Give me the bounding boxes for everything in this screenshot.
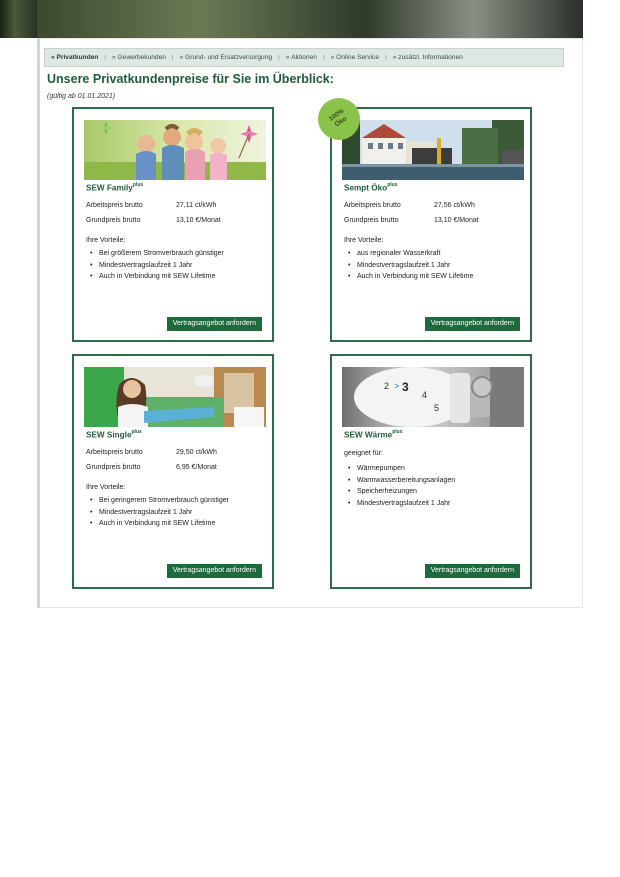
nav-arrow-icon: » [285,54,290,61]
nav-arrow-icon: » [51,54,55,61]
card-title: Sempt Ökoplus [344,182,398,193]
hydropower-photo [342,120,524,180]
main-nav: » Privatkunden | » Gewerbekunden | » Gru… [44,48,564,67]
card-title-text: Sempt Öko [344,183,388,193]
tariff-card-family: SEW Familyplus Arbeitspreis brutto 27,11 … [72,107,274,342]
tariff-card-waerme: 2 > 3 4 5 SEW Wärmeplus geeignet für: Wä… [330,354,532,589]
price-value: 27,56 ct/kWh [434,202,475,209]
request-offer-button[interactable]: Vertragsangebot anfordern [166,317,262,331]
benefits-intro: Ihre Vorteile: [344,237,384,244]
thermostat-digit: 4 [422,390,427,400]
nav-item-aktionen[interactable]: » Aktionen [280,54,323,61]
price-label: Arbeitspreis brutto [344,202,401,209]
price-value: 13,10 €/Monat [176,217,221,224]
card-title-text: SEW Family [86,183,133,193]
nav-item-grundversorgung[interactable]: » Grund- und Ersatzversorgung [174,54,278,61]
benefits-list: Bei größerem Stromverbrauch günstiger Mi… [90,248,224,283]
list-item: Warmwasserbereitungsanlagen [348,475,455,487]
nav-label: Aktionen [291,54,317,61]
price-value: 29,50 ct/kWh [176,449,217,456]
list-item: Auch in Verbindung mit SEW Lifetime [348,271,473,283]
nav-arrow-icon: » [112,54,116,61]
request-offer-button[interactable]: Vertragsangebot anfordern [424,564,520,578]
list-item: Bei größerem Stromverbrauch günstiger [90,248,224,260]
list-item: Mindestvertragslaufzeit 1 Jahr [348,498,455,510]
request-offer-button[interactable]: Vertragsangebot anfordern [166,564,262,578]
tariff-card-sempt-oeko: Sempt Ökoplus Arbeitspreis brutto 27,56 c… [330,107,532,342]
price-value: 13,10 €/Monat [434,217,479,224]
list-item: Bei geringerem Stromverbrauch günstiger [90,495,229,507]
card-title-sup: plus [131,429,142,435]
nav-arrow-icon: » [392,54,397,61]
card-title-sup: plus [392,429,403,435]
nav-arrow-icon: » [330,54,335,61]
thermostat-digit: 5 [434,403,439,413]
nav-label: Gewerbekunden [117,54,166,61]
benefits-list: Bei geringerem Stromverbrauch günstiger … [90,495,229,530]
nav-label: Privatkunden [56,54,99,61]
nav-item-gewerbekunden[interactable]: » Gewerbekunden [106,54,172,61]
background-photo-top [37,0,583,38]
single-photo [84,367,266,427]
list-item: Auch in Verbindung mit SEW Lifetime [90,271,224,283]
benefits-list: aus regionaler Wasserkraft Mindestvertra… [348,248,473,283]
nav-item-privatkunden[interactable]: » Privatkunden [45,54,104,61]
family-photo [84,120,266,180]
nav-item-zusaetzl-informationen[interactable]: » zusätzl. Informationen [387,54,469,61]
price-value: 27,11 ct/kWh [176,202,217,209]
list-item: Mindestvertragslaufzeit 1 Jahr [90,260,224,272]
page-edge [37,38,40,608]
list-item: Mindestvertragslaufzeit 1 Jahr [90,507,229,519]
list-item: Mindestvertragslaufzeit 1 Jahr [348,260,473,272]
nav-label: Online Service [336,54,380,61]
benefits-list: Wärmepumpen Warmwasserbereitungsanlagen … [348,463,455,509]
card-title-sup: plus [132,182,144,188]
validity-note: (gültig ab 01.01.2021) [47,93,116,100]
price-label: Grundpreis brutto [344,217,399,224]
card-title-sup: plus [387,182,398,188]
card-title: SEW Singleplus [86,429,142,440]
benefits-intro: Ihre Vorteile: [86,484,126,491]
nav-arrow-icon: » [179,54,184,61]
price-label: Arbeitspreis brutto [86,449,143,456]
price-label: Grundpreis brutto [86,217,141,224]
nav-label: zusätzl. Informationen [398,54,463,61]
benefits-intro: geeignet für: [344,450,383,457]
nav-label: Grund- und Ersatzversorgung [185,54,273,61]
price-label: Arbeitspreis brutto [86,202,143,209]
card-title: SEW Wärmeplus [344,429,403,440]
tariff-card-single: SEW Singleplus Arbeitspreis brutto 29,50 … [72,354,274,589]
background-photo-left [0,0,37,38]
list-item: Wärmepumpen [348,463,455,475]
price-value: 6,95 €/Monat [176,464,217,471]
page-title: Unsere Privatkundenpreise für Sie im Übe… [47,72,334,86]
card-title: SEW Familyplus [86,182,144,193]
thermostat-digit: 2 [384,381,389,391]
nav-item-online-service[interactable]: » Online Service [325,54,385,61]
list-item: Speicherheizungen [348,486,455,498]
list-item: Auch in Verbindung mit SEW Lifetime [90,518,229,530]
thermostat-photo: 2 > 3 4 5 [342,367,524,427]
thermostat-digit: 3 [402,380,409,394]
list-item: aus regionaler Wasserkraft [348,248,473,260]
request-offer-button[interactable]: Vertragsangebot anfordern [424,317,520,331]
card-title-text: SEW Single [86,430,132,440]
card-title-text: SEW Wärme [344,430,393,440]
benefits-intro: Ihre Vorteile: [86,237,126,244]
price-label: Grundpreis brutto [86,464,141,471]
thermostat-marker: > [394,381,399,391]
